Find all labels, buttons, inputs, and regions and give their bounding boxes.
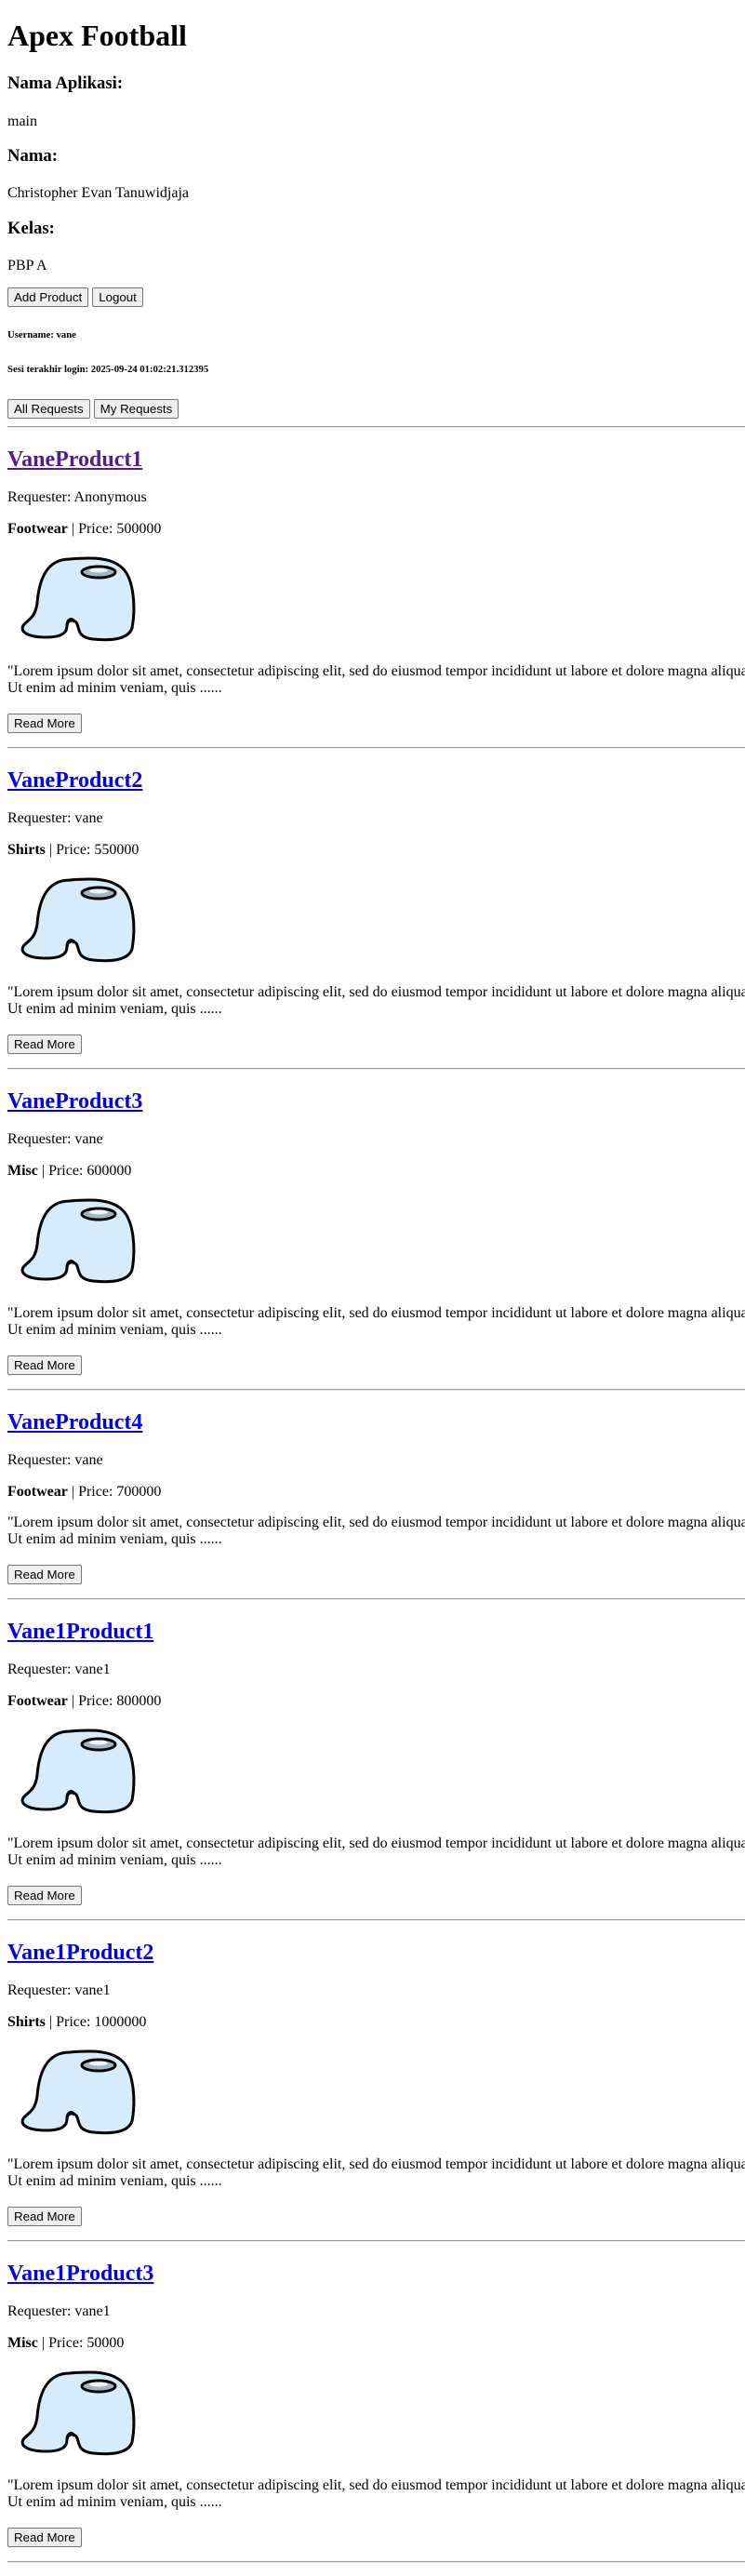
product-category-price: Misc | Price: 50000 [7, 2335, 124, 2352]
app-name-value: main [7, 113, 37, 129]
read-more-button[interactable]: Read More [7, 2528, 82, 2547]
account-actions: Add Product Logout [7, 287, 143, 307]
product-requester: Requester: vane [7, 1131, 103, 1147]
class-value: PBP A [7, 258, 47, 274]
app-name-label: Nama Aplikasi: [7, 73, 124, 93]
product-price: | Price: 700000 [67, 1484, 162, 1500]
product-price: | Price: 500000 [67, 521, 162, 537]
all-requests-button[interactable]: All Requests [7, 399, 90, 419]
divider [7, 2240, 745, 2242]
product-category: Misc [7, 1163, 38, 1179]
name-label: Nama: [7, 146, 58, 166]
product-price: | Price: 1000000 [45, 2014, 147, 2030]
product-description: "Lorem ipsum dolor sit amet, consectetur… [7, 2156, 745, 2189]
product-category: Footwear [7, 1484, 68, 1500]
divider [7, 1919, 745, 1921]
read-more-button[interactable]: Read More [7, 1355, 82, 1375]
product-price: | Price: 800000 [67, 1693, 162, 1709]
product-category-price: Footwear | Price: 700000 [7, 1484, 161, 1501]
request-filters: All Requests My Requests [7, 399, 180, 419]
product-category: Shirts [7, 842, 46, 858]
divider [7, 1598, 745, 1600]
name-value: Christopher Evan Tanuwidjaja [7, 185, 189, 201]
product-name-link[interactable]: Vane1Product3 [7, 2262, 153, 2287]
product-description: "Lorem ipsum dolor sit amet, consectetur… [7, 1305, 745, 1338]
product-name-link[interactable]: Vane1Product1 [7, 1620, 153, 1645]
blob-character-icon [19, 873, 140, 969]
product-requester: Requester: vane1 [7, 2303, 111, 2319]
last-login-text: Sesi terakhir login: 2025-09-24 01:02:21… [7, 364, 209, 375]
product-requester: Requester: vane1 [7, 1662, 111, 1677]
username-text: Username: vane [7, 329, 76, 340]
product-description: "Lorem ipsum dolor sit amet, consectetur… [7, 984, 745, 1017]
product-requester: Requester: Anonymous [7, 489, 147, 505]
add-product-button[interactable]: Add Product [7, 287, 89, 307]
product-name-link[interactable]: VaneProduct2 [7, 768, 142, 794]
page: Apex Football Nama Aplikasi: main Nama: … [0, 0, 745, 2576]
product-category-price: Footwear | Price: 500000 [7, 521, 161, 538]
blob-character-icon [19, 1194, 140, 1290]
product-requester: Requester: vane [7, 1452, 103, 1468]
divider [7, 1068, 745, 1070]
product-price: | Price: 50000 [37, 2335, 125, 2351]
product-name-link[interactable]: VaneProduct3 [7, 1089, 142, 1114]
product-category: Footwear [7, 1693, 68, 1709]
product-category: Misc [7, 2335, 38, 2351]
product-name-link[interactable]: Vane1Product2 [7, 1941, 153, 1966]
product-description: "Lorem ipsum dolor sit amet, consectetur… [7, 1515, 745, 1547]
product-description: "Lorem ipsum dolor sit amet, consectetur… [7, 1835, 745, 1868]
product-price: | Price: 550000 [45, 842, 140, 858]
product-category-price: Shirts | Price: 1000000 [7, 2014, 146, 2031]
product-requester: Requester: vane [7, 810, 103, 826]
logout-button[interactable]: Logout [92, 287, 143, 307]
read-more-button[interactable]: Read More [7, 2207, 82, 2226]
class-label: Kelas: [7, 219, 55, 238]
product-description: "Lorem ipsum dolor sit amet, consectetur… [7, 663, 745, 696]
blob-character-icon [19, 2366, 140, 2463]
product-category-price: Shirts | Price: 550000 [7, 842, 139, 859]
blob-character-icon [19, 1724, 140, 1821]
product-category: Footwear [7, 521, 68, 537]
divider [7, 1389, 745, 1391]
page-title: Apex Football [7, 19, 187, 52]
read-more-button[interactable]: Read More [7, 1886, 82, 1905]
read-more-button[interactable]: Read More [7, 1565, 82, 1584]
read-more-button[interactable]: Read More [7, 714, 82, 733]
blob-character-icon [19, 552, 140, 648]
product-category-price: Footwear | Price: 800000 [7, 1693, 161, 1710]
product-name-link[interactable]: VaneProduct4 [7, 1410, 142, 1435]
divider [7, 426, 745, 428]
product-name-link[interactable]: VaneProduct1 [7, 447, 142, 473]
product-requester: Requester: vane1 [7, 1982, 111, 1998]
product-category: Shirts [7, 2014, 46, 2030]
read-more-button[interactable]: Read More [7, 1034, 82, 1054]
my-requests-button[interactable]: My Requests [93, 399, 180, 419]
product-description: "Lorem ipsum dolor sit amet, consectetur… [7, 2477, 745, 2510]
product-price: | Price: 600000 [37, 1163, 132, 1179]
divider [7, 747, 745, 749]
divider [7, 2561, 745, 2563]
blob-character-icon [19, 2045, 140, 2142]
product-category-price: Misc | Price: 600000 [7, 1163, 131, 1180]
